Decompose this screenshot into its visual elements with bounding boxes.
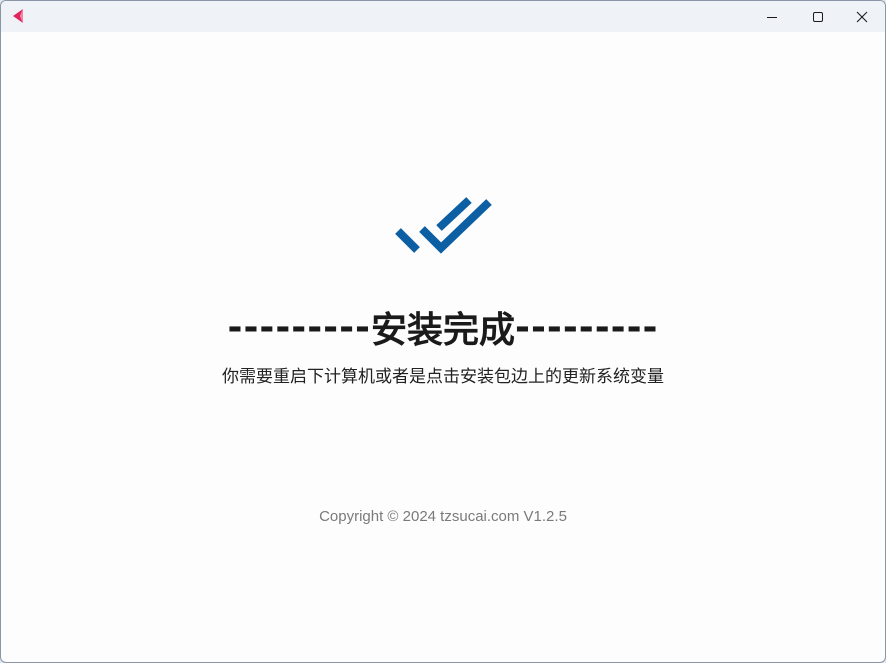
title-dashes-left: --------- [227,306,371,348]
installer-window: --------- 安装完成 --------- 你需要重启下计算机或者是点击安… [0,0,886,663]
close-button[interactable] [839,1,885,32]
title-bar[interactable] [1,1,885,32]
double-check-icon [395,197,492,254]
completion-title: --------- 安装完成 --------- [1,301,885,353]
copyright-text: Copyright © 2024 tzsucai.com V1.2.5 [319,508,567,525]
close-icon [856,11,868,22]
completion-message: 你需要重启下计算机或者是点击安装包边上的更新系统变量 [222,367,664,387]
minimize-button[interactable] [749,1,795,32]
title-text: 安装完成 [370,310,515,351]
maximize-button[interactable] [795,1,841,32]
app-logo-icon [13,9,23,23]
title-dashes-right: --------- [515,306,659,348]
minimize-icon [767,16,777,18]
maximize-icon [813,11,823,22]
